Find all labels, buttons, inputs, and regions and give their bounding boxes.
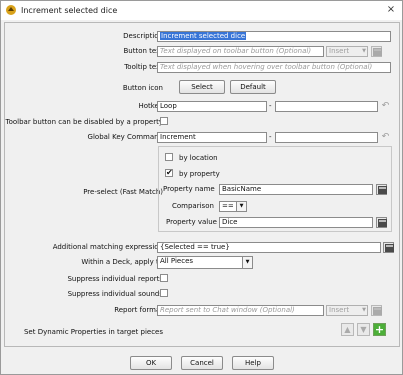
chevron-down-icon: ▼ xyxy=(362,307,366,313)
dialog-window: Increment selected dice × Description In… xyxy=(0,0,403,375)
additional-expression-input[interactable]: {Selected == true} xyxy=(157,242,381,253)
hotkey-dash: - xyxy=(269,102,272,110)
report-format-insert-label: Insert xyxy=(329,306,350,314)
report-format-insert-combo[interactable]: Insert ▼ xyxy=(326,305,368,316)
report-format-calc-button[interactable] xyxy=(371,305,382,316)
within-deck-select[interactable]: All Pieces ▼ xyxy=(157,256,253,269)
close-icon[interactable]: × xyxy=(384,3,398,17)
report-format-input[interactable]: Report sent to Chat window (Optional) xyxy=(157,305,324,316)
preselect-subpanel: by location ✔ by property Property name … xyxy=(158,146,392,232)
button-text-insert-label: Insert xyxy=(329,47,350,55)
help-button[interactable]: Help xyxy=(232,356,274,370)
global-key-dash: - xyxy=(269,133,272,141)
suppress-sounds-checkbox[interactable] xyxy=(160,289,168,297)
hotkey-second-input[interactable] xyxy=(275,101,378,112)
by-property-label: by property xyxy=(179,170,220,178)
by-property-checkbox[interactable]: ✔ xyxy=(165,169,173,177)
ok-button[interactable]: OK xyxy=(130,356,172,370)
additional-expression-value: {Selected == true} xyxy=(160,243,230,251)
button-text-insert-combo[interactable]: Insert ▼ xyxy=(326,46,368,57)
form-panel: Description Increment selected dice Butt… xyxy=(4,22,400,347)
move-down-button[interactable]: ▼ xyxy=(357,323,370,336)
button-text-calc-button[interactable] xyxy=(371,46,382,57)
hotkey-value: Loop xyxy=(160,102,177,110)
window-title: Increment selected dice xyxy=(21,6,118,15)
suppress-sounds-label: Suppress individual sounds xyxy=(67,290,163,298)
within-deck-value: All Pieces xyxy=(160,257,194,265)
tooltip-placeholder: Text displayed when hovering over toolba… xyxy=(160,63,373,71)
cancel-button[interactable]: Cancel xyxy=(181,356,223,370)
property-name-calc-button[interactable] xyxy=(376,184,387,195)
calculator-icon xyxy=(373,48,382,56)
suppress-reports-label: Suppress individual reports xyxy=(67,275,163,283)
by-location-label: by location xyxy=(179,154,218,162)
title-bar: Increment selected dice × xyxy=(1,1,402,20)
report-format-placeholder: Report sent to Chat window (Optional) xyxy=(160,306,295,314)
global-key-second-input[interactable] xyxy=(275,132,378,143)
calculator-icon xyxy=(385,244,394,252)
undo-icon[interactable]: ↶ xyxy=(380,101,391,112)
property-name-label: Property name xyxy=(163,185,215,193)
property-value-input[interactable]: Dice xyxy=(219,217,373,228)
toolbar-disable-label: Toolbar button can be disabled by a prop… xyxy=(5,118,164,126)
property-name-input[interactable]: BasicName xyxy=(219,184,373,195)
property-value-calc-button[interactable] xyxy=(376,217,387,228)
button-text-input[interactable]: Text displayed on toolbar button (Option… xyxy=(157,46,324,57)
undo-icon[interactable]: ↶ xyxy=(380,132,391,143)
global-key-value: Increment xyxy=(160,133,196,141)
description-input[interactable]: Increment selected dice xyxy=(157,31,391,42)
description-value: Increment selected dice xyxy=(160,32,247,40)
hotkey-input[interactable]: Loop xyxy=(157,101,267,112)
within-deck-label: Within a Deck, apply to xyxy=(81,258,163,266)
dynamic-props-label: Set Dynamic Properties in target pieces xyxy=(23,328,163,336)
chevron-down-icon: ▼ xyxy=(242,257,252,268)
global-key-input[interactable]: Increment xyxy=(157,132,267,143)
app-icon xyxy=(6,5,16,15)
calculator-icon xyxy=(378,219,387,227)
comparison-select[interactable]: == ▼ xyxy=(219,201,247,212)
toolbar-disable-checkbox[interactable] xyxy=(160,117,168,125)
button-icon-label: Button icon xyxy=(122,84,163,92)
report-format-label: Report format xyxy=(114,306,163,314)
property-name-value: BasicName xyxy=(222,185,262,193)
calculator-icon xyxy=(378,186,387,194)
additional-expression-label: Additional matching expression xyxy=(52,243,163,251)
tooltip-input[interactable]: Text displayed when hovering over toolba… xyxy=(157,62,391,73)
chevron-down-icon: ▼ xyxy=(236,202,246,211)
default-icon-button[interactable]: Default xyxy=(230,80,276,94)
property-value-value: Dice xyxy=(222,218,238,226)
global-key-label: Global Key Command xyxy=(87,133,163,141)
move-up-button[interactable]: ▲ xyxy=(341,323,354,336)
calculator-icon xyxy=(373,307,382,315)
preselect-label: Pre-select (Fast Match) xyxy=(83,188,163,196)
add-icon[interactable]: + xyxy=(373,323,386,336)
button-text-placeholder: Text displayed on toolbar button (Option… xyxy=(160,47,312,55)
comparison-label: Comparison xyxy=(172,202,214,210)
chevron-down-icon: ▼ xyxy=(362,48,366,54)
property-value-label: Property value xyxy=(166,218,217,226)
select-icon-button[interactable]: Select xyxy=(179,80,225,94)
additional-expression-calc-button[interactable] xyxy=(383,242,394,253)
suppress-reports-checkbox[interactable] xyxy=(160,274,168,282)
by-location-checkbox[interactable] xyxy=(165,153,173,161)
comparison-value: == xyxy=(222,202,234,210)
